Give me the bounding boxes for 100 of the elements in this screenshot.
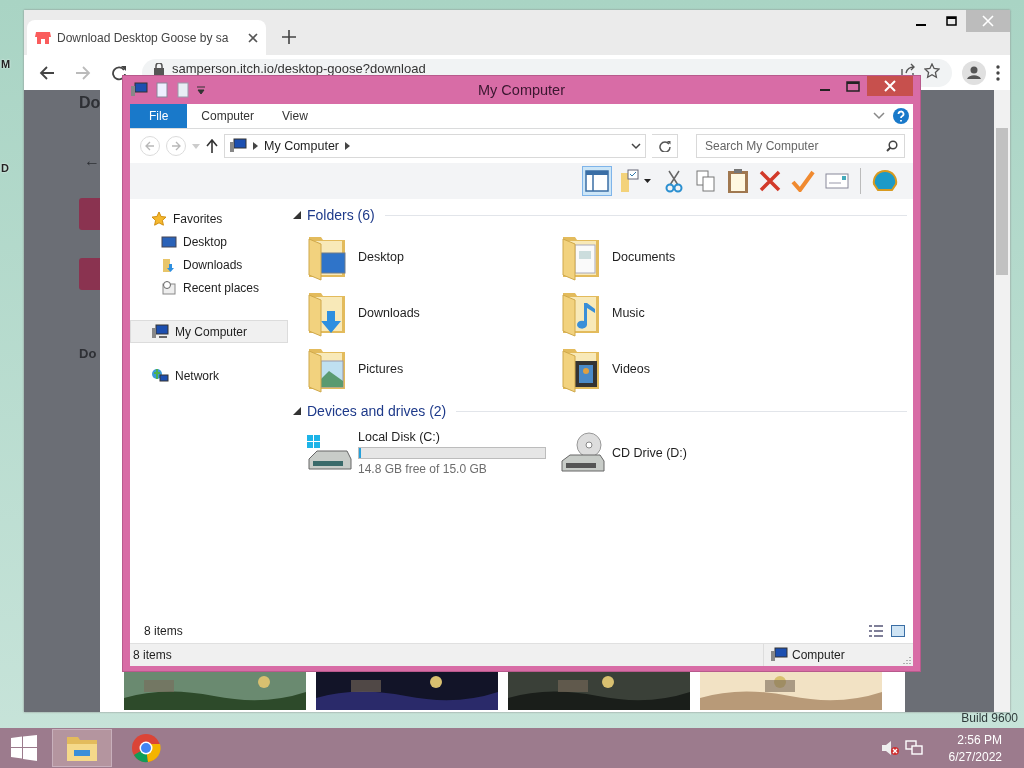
page-text: Do [79,346,97,361]
computer-icon [130,82,148,98]
chevron-right-icon [345,142,351,150]
refresh-icon [658,140,671,152]
refresh-button[interactable] [652,134,678,158]
computer-icon [229,138,247,154]
folder-icon [66,734,98,762]
minimize-icon [916,24,926,26]
recent-places-icon [161,279,177,296]
folder-item[interactable]: Desktop [305,229,559,285]
collapse-icon[interactable] [293,407,301,415]
details-view-icon[interactable] [869,625,883,637]
maximize-icon [846,80,860,92]
nav-item[interactable]: Recent places [130,276,288,299]
ribbon-tab[interactable]: Computer [187,104,269,128]
help-icon[interactable] [893,108,909,124]
desktop-icon-label: D [1,162,9,174]
desktop-icon [161,233,177,250]
clipboard-icon [727,168,749,194]
resize-grip-icon[interactable] [903,656,911,664]
lock-icon [154,62,164,75]
check-icon [791,170,815,192]
folder-item[interactable]: Documents [559,229,813,285]
back-arrow-icon [145,141,155,151]
toolbar-button[interactable] [582,166,612,196]
folder-item[interactable]: Music [559,285,813,341]
item-name: Desktop [358,250,404,264]
address-field[interactable]: My Computer [224,134,646,158]
delete-icon [759,170,781,192]
envelope-icon [825,173,849,189]
scissors-icon [665,169,683,193]
nav-item[interactable]: Network [130,364,288,387]
item-name: Videos [612,362,650,376]
desktop-icon-label: M [1,58,11,70]
free-space-text: 14.8 GB free of 15.0 GB [358,462,488,476]
plus-icon [282,30,296,44]
ribbon-tab[interactable]: View [268,104,322,128]
cd-drive-icon [559,431,607,475]
group-heading[interactable]: Devices and drives (2) [307,403,447,419]
computer-icon [151,323,169,340]
up-arrow-icon[interactable] [206,139,218,153]
search-icon [886,140,898,152]
item-name: Downloads [358,306,420,320]
star-icon [151,210,167,227]
chevron-right-icon [253,142,258,150]
network-icon[interactable] [904,740,923,756]
item-count: 8 items [144,624,183,638]
folder-item[interactable]: Downloads [305,285,559,341]
shell-icon [872,169,898,193]
close-icon[interactable] [248,32,258,43]
muted-speaker-icon[interactable] [880,740,899,756]
drive-item[interactable]: Local Disk (C:) 14.8 GB free of 15.0 GB [305,425,559,481]
nav-item[interactable]: Downloads [130,253,288,276]
status-count: 8 items [132,648,173,662]
nav-item[interactable]: My Computer [130,320,288,343]
large-icons-view-icon[interactable] [891,625,905,637]
taskbar-app[interactable] [52,729,112,767]
chrome-icon [131,733,161,763]
forward-arrow-icon [171,141,181,151]
hard-drive-icon [305,433,353,473]
folder-check-icon [619,169,653,193]
windows-logo-icon [11,735,37,761]
computer-icon [770,647,788,663]
file-menu-button[interactable]: File [130,104,188,128]
browser-tab[interactable]: Download Desktop Goose by sa [27,20,266,55]
scrollbar[interactable] [994,90,1010,712]
folder-item[interactable]: Videos [559,341,813,397]
clock[interactable]: 2:56 PM 6/27/2022 [948,732,1002,764]
drive-item[interactable]: CD Drive (D:) [559,425,813,481]
search-field[interactable]: Search My Computer [696,134,905,158]
profile-icon[interactable] [962,60,986,85]
item-name: Documents [612,250,676,264]
preview-pane-icon [585,170,609,192]
copy-icon [696,169,716,193]
minimize-icon [820,89,830,91]
nav-item[interactable]: Desktop [130,230,288,253]
item-name: CD Drive (D:) [612,446,687,460]
item-name: Music [612,306,645,320]
store-icon [35,29,51,46]
status-location: Computer [792,648,845,662]
date-text: 6/27/2022 [948,749,1002,764]
maximize-icon [945,16,957,26]
close-icon [982,15,994,27]
group-heading[interactable]: Folders (6) [307,207,375,223]
item-name: Local Disk (C:) [358,430,441,444]
back-arrow-icon [39,64,55,81]
build-text: Build 9600 [961,711,1018,725]
caret-icon[interactable] [196,85,206,95]
nav-item[interactable]: Favorites [130,207,288,230]
page-heading: Do [79,94,101,112]
close-button[interactable] [867,76,913,96]
item-name: Pictures [358,362,404,376]
reload-icon [111,64,127,81]
chevron-down-icon[interactable] [631,142,641,150]
folder-icon [161,256,177,273]
star-icon[interactable] [924,62,940,79]
collapse-icon[interactable] [293,211,301,219]
folder-item[interactable]: Pictures [305,341,559,397]
menu-icon[interactable] [996,64,1000,81]
forward-arrow-icon [75,64,91,81]
